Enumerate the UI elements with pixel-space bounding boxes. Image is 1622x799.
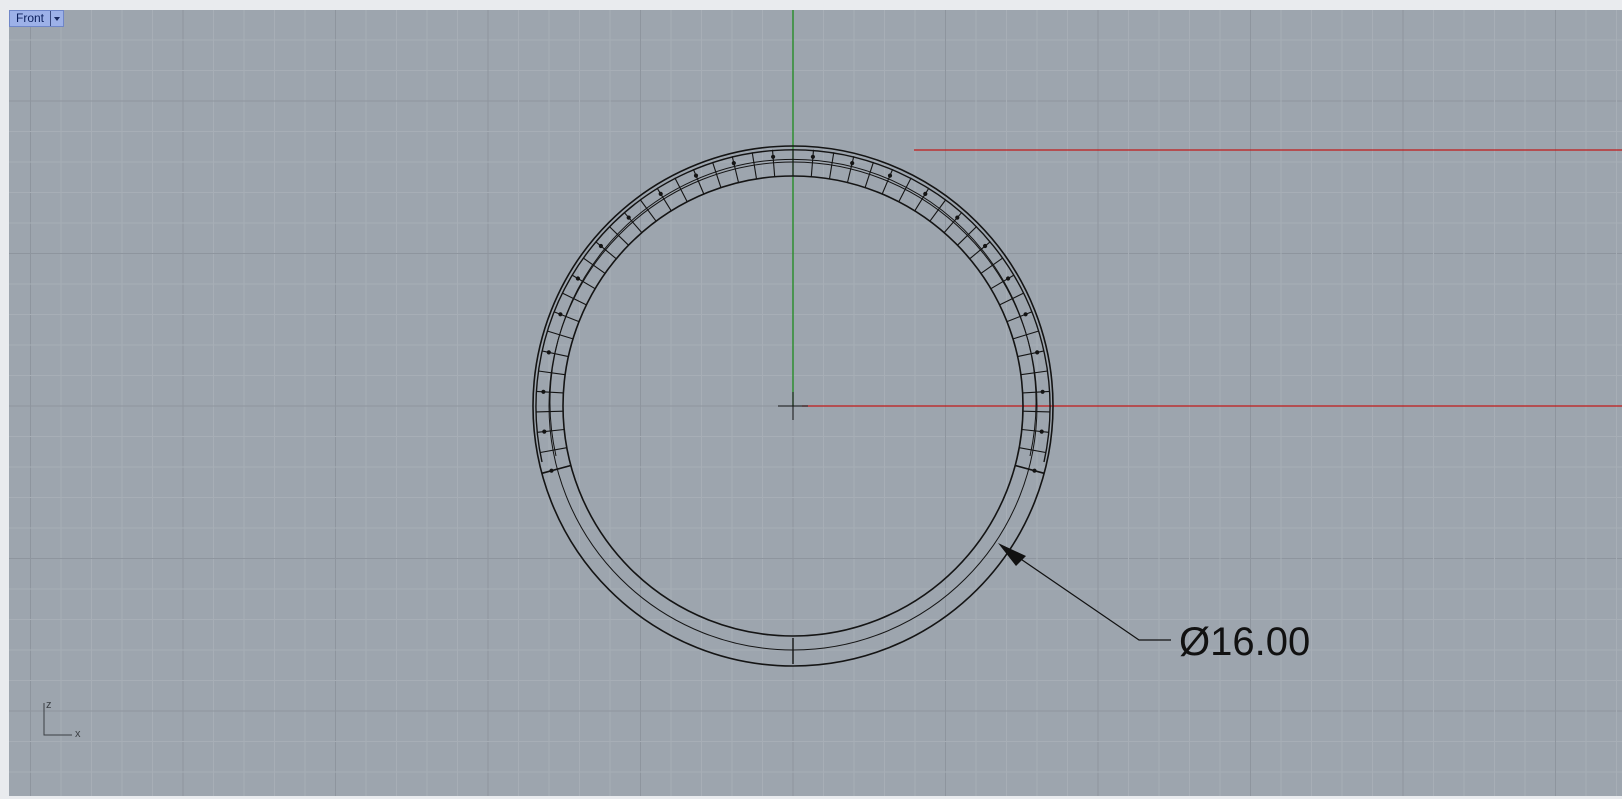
stone-divider: [990, 274, 1015, 290]
front-viewport[interactable]: Ø16.00 z x: [9, 10, 1622, 796]
dimension-label: Ø16.00: [1179, 620, 1310, 664]
stone-divider: [674, 177, 688, 203]
stone-divider: [571, 274, 596, 290]
prong-dot: [731, 161, 736, 166]
prong-dot: [575, 276, 581, 281]
stone-divider: [898, 177, 912, 203]
prong-dot: [598, 243, 604, 249]
axis-icon-x-label: x: [75, 728, 81, 740]
diameter-dimension[interactable]: Ø16.00: [998, 543, 1310, 664]
prong-dot: [850, 161, 855, 166]
prong-dot: [887, 173, 893, 178]
prong-dot: [626, 215, 631, 220]
prong-dot: [693, 173, 699, 178]
viewport-canvas[interactable]: Ø16.00 z x: [9, 10, 1622, 796]
axis-icon-z-label: z: [46, 699, 52, 711]
prong-dot: [1023, 312, 1028, 317]
stone-divider: [623, 211, 643, 233]
stone-divider: [582, 257, 606, 274]
prong-dot: [955, 215, 960, 220]
stone-divider: [999, 292, 1025, 306]
stone-divider: [980, 257, 1004, 274]
prong-dot: [983, 243, 988, 249]
prong-dot: [810, 154, 816, 159]
prong-dot: [658, 191, 663, 196]
prong-dot: [1039, 429, 1044, 434]
prong-dot: [1035, 350, 1040, 355]
stone-divider: [536, 410, 564, 413]
origin-crosshair-icon: [778, 392, 808, 420]
axis-icon: z x: [43, 699, 81, 740]
prong-dot: [1006, 276, 1011, 281]
stone-divider: [692, 168, 705, 195]
prong-dot: [542, 429, 547, 434]
stone-divider: [561, 292, 587, 306]
stone-divider: [943, 211, 963, 233]
prong-dot: [1040, 389, 1045, 394]
stone-divider: [1022, 390, 1050, 394]
dimension-leader: [1011, 552, 1171, 641]
prong-dot: [546, 350, 551, 355]
stone-divider: [1022, 410, 1050, 413]
viewport-title[interactable]: Front: [10, 11, 50, 26]
construction-grid: [9, 10, 1622, 796]
dropdown-arrow-icon[interactable]: [50, 11, 63, 26]
prong-dot: [558, 312, 563, 317]
prong-dot: [923, 191, 928, 196]
viewport-title-tab[interactable]: Front: [9, 10, 65, 27]
prong-dot: [771, 154, 776, 159]
stone-divider: [881, 168, 894, 195]
prong-dot: [541, 389, 546, 394]
stone-divider: [536, 390, 564, 394]
